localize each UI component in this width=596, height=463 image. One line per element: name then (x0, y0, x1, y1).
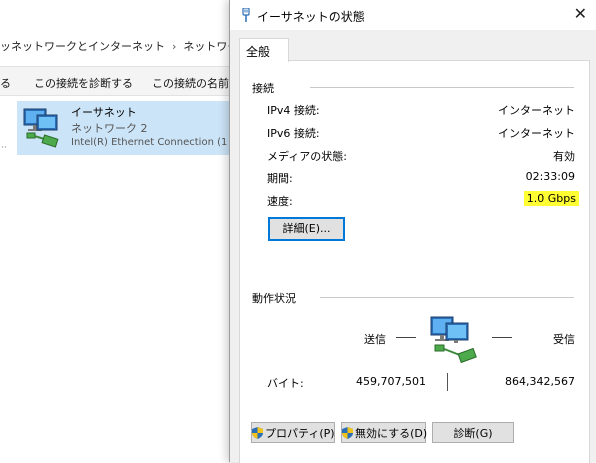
bytes-label: バイト: (267, 377, 304, 390)
sent-dash (396, 337, 416, 338)
ethernet-plug-icon (242, 8, 250, 22)
speed-label: 速度: (267, 195, 293, 208)
breadcrumb-prefix: ッ (0, 40, 11, 53)
breadcrumb-network-internet[interactable]: ネットワークとインターネット (11, 40, 165, 53)
sent-label: 送信 (364, 333, 386, 346)
connection-adapter-name: Intel(R) Ethernet Connection (1 (71, 137, 228, 148)
diagnose-button[interactable]: 診断(G) (432, 422, 514, 443)
media-state-value: 有効 (553, 150, 575, 163)
general-tab-panel: 接続 IPv4 接続: インターネット IPv6 接続: インターネット メディ… (239, 60, 590, 463)
received-label: 受信 (553, 333, 575, 346)
disable-button[interactable]: 無効にする(D) (341, 422, 428, 443)
bytes-divider (447, 373, 448, 391)
network-adapter-icon (23, 108, 59, 148)
network-connections-window: ッネットワークとインターネット›ネットワーク接続 る この接続を診断する この接… (0, 0, 240, 462)
ipv6-label: IPv6 接続: (267, 127, 320, 140)
close-icon[interactable]: ✕ (574, 5, 587, 23)
bytes-sent-value: 459,707,501 (356, 375, 426, 388)
uac-shield-icon (252, 427, 263, 439)
connection-group-divider (310, 87, 574, 88)
tab-general[interactable]: 全般 (239, 38, 289, 62)
ethernet-connection-item[interactable]: イーサネット ネットワーク 2 Intel(R) Ethernet Connec… (17, 101, 240, 155)
duration-label: 期間: (267, 172, 293, 185)
details-button[interactable]: 詳細(E)... (268, 217, 345, 241)
ipv4-value: インターネット (498, 104, 575, 117)
dialog-titlebar[interactable]: イーサネットの状態 ✕ (230, 0, 596, 30)
breadcrumb: ッネットワークとインターネット›ネットワーク接続 (0, 38, 240, 54)
bytes-received-value: 864,342,567 (505, 375, 575, 388)
speed-value: 1.0 Gbps (523, 191, 579, 206)
uac-shield-icon (342, 427, 353, 439)
ethernet-status-dialog: イーサネットの状態 ✕ 全般 接続 IPv4 接続: インターネット IPv6 … (229, 0, 596, 463)
activity-network-icon (430, 316, 477, 364)
connection-name: イーサネット (71, 106, 137, 119)
ipv6-value: インターネット (498, 127, 575, 140)
command-partial[interactable]: る (0, 75, 11, 91)
media-state-label: メディアの状態: (267, 150, 347, 163)
connection-group-heading: 接続 (252, 80, 278, 96)
properties-button[interactable]: プロパティ(P) (251, 422, 335, 443)
received-dash (492, 337, 512, 338)
activity-group-heading: 動作状況 (252, 290, 300, 306)
truncated-item-marker: ·· (1, 143, 7, 153)
breadcrumb-separator-icon: › (172, 40, 177, 53)
diagnose-connection-command[interactable]: この接続を診断する (34, 75, 133, 91)
ipv4-label: IPv4 接続: (267, 104, 320, 117)
command-bar: る この接続を診断する この接続の名前を (0, 66, 240, 96)
dialog-title: イーサネットの状態 (257, 10, 365, 24)
connection-network-name: ネットワーク 2 (71, 122, 148, 135)
rename-connection-command[interactable]: この接続の名前を (152, 75, 240, 91)
properties-button-label: プロパティ(P) (265, 427, 335, 440)
duration-value: 02:33:09 (525, 170, 575, 183)
disable-button-label: 無効にする(D) (355, 427, 428, 440)
activity-group-divider (320, 297, 574, 298)
tab-general-label: 全般 (246, 45, 271, 59)
